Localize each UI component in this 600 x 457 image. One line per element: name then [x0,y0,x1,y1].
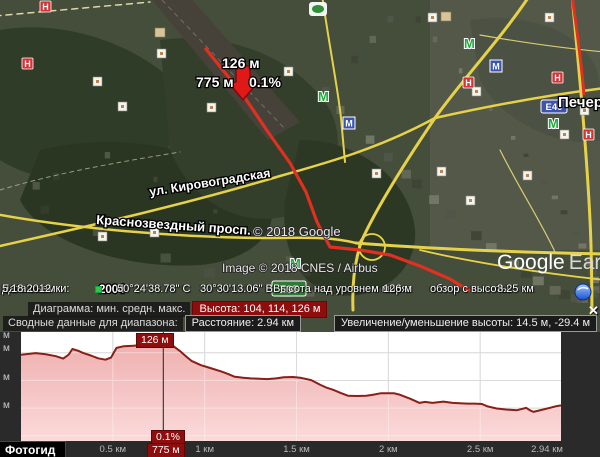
hospital-icon[interactable]: Н [463,77,474,88]
landmark-icon [441,12,451,21]
range-summary-label: Сводные данные для диапазона: [3,316,183,331]
svg-text:М: М [492,62,500,72]
landmark-icon [155,28,165,37]
svg-text:Н: Н [42,2,49,12]
x-tick-label: 2 км [356,444,420,455]
photo-marker-icon[interactable] [284,67,293,76]
photo-marker-icon[interactable] [118,102,127,111]
range-summary-row: Сводные данные для диапазона:Расстояние:… [3,315,597,332]
metro-icon[interactable]: М [464,36,475,51]
svg-text:Н: Н [554,73,561,83]
hospital-icon[interactable]: Н [40,1,51,12]
map-cursor-distance: 775 м [196,74,234,90]
photo-marker-icon[interactable] [437,167,446,176]
elevation-readout: 126 м [383,283,412,295]
cursor-distance-badge: 775 м [147,443,185,457]
elevation-gain-loss-box: Увеличение/уменьшение высоты: 14.5 м, -2… [334,315,597,332]
hospital-icon[interactable]: Н [22,58,33,69]
y-tick-label: м [3,400,10,411]
district-label: Печер [558,94,600,111]
svg-text:Н: Н [24,59,31,69]
photo-marker-icon[interactable] [523,171,532,180]
svg-text:Н: Н [585,130,592,140]
google-copyright: © 2018 Google [253,224,341,239]
stadium-icon[interactable] [309,2,327,16]
cnes-copyright: Image © 2018 CNES / Airbus [222,261,378,275]
google-earth-window: ММММММННННН E95 E40 ул. Кировоградская К… [0,0,600,457]
x-tick-label: 0.5 км [81,444,145,455]
cursor-elevation-badge: 126 м [136,333,174,348]
status-bar: Дата съемки: 5.18.2012 50°24'38.78" С 30… [0,283,600,298]
hospital-icon[interactable]: Н [552,72,563,83]
photoguide-label: Фотогид [0,441,66,457]
historical-imagery-dot [95,286,102,293]
photo-marker-icon[interactable] [157,49,166,58]
longitude-readout: 30°30'13.06" В [200,283,273,295]
y-tick-label: м [3,343,10,354]
y-tick-label: м [3,330,10,341]
y-tick-label: м [3,372,10,383]
eye-altitude-readout: 3.25 км [497,283,534,295]
photo-marker-icon[interactable] [545,13,554,22]
x-tick-label: 1.5 км [265,444,329,455]
x-tick-label: 2.5 км [448,444,512,455]
metro-icon[interactable]: М [548,116,559,131]
metro-blue-icon[interactable]: М [490,60,502,72]
photo-marker-icon[interactable] [98,232,107,241]
metro-icon[interactable]: М [318,89,329,104]
svg-text:М: М [345,119,353,129]
x-tick-label: 2.94 км [515,444,579,455]
elevation-profile-panel: 0.5 км1 км1.5 км2 км2.5 км2.94 км [0,332,600,457]
photo-marker-icon[interactable] [372,169,381,178]
map-cursor-elevation: 126 м [222,55,260,71]
metro-blue-icon[interactable]: М [343,117,355,129]
photo-marker-icon[interactable] [207,103,216,112]
svg-text:Н: Н [465,78,472,88]
distance-box: Расстояние: 2.94 км [185,315,301,332]
imagery-date: 5.18.2012 [2,283,51,295]
photo-marker-icon[interactable] [466,196,475,205]
map-cursor-grade: 0.1% [249,74,281,90]
photo-marker-icon[interactable] [93,77,102,86]
hospital-icon[interactable]: Н [583,129,594,140]
chart-x-axis: 0.5 км1 км1.5 км2 км2.5 км2.94 км [0,441,600,457]
photo-marker-icon[interactable] [560,130,569,139]
photo-marker-icon[interactable] [428,13,437,22]
latitude-readout: 50°24'38.78" С [117,283,190,295]
google-earth-logo: GoogleEarth [497,251,600,274]
elevation-chart-plot[interactable] [21,332,561,441]
